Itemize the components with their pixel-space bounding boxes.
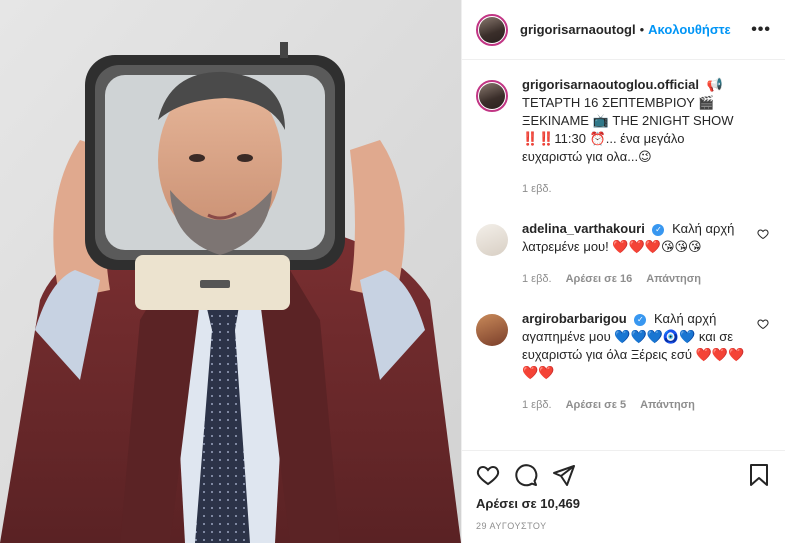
caption: grigorisarnaoutoglou.official 📢 ΤΕΤΑΡΤΗ … (476, 76, 771, 198)
comment-likes[interactable]: Αρέσει σε 5 (566, 396, 627, 414)
author-avatar[interactable] (476, 13, 508, 46)
caption-meta: 1 εβδ. (522, 180, 747, 198)
post-header: grigorisarnaoutogl • Ακολουθήστε ••• (462, 0, 785, 60)
comment-item: adelina_varthakouri ✓ Καλή αρχή λατρεμέν… (476, 220, 771, 288)
author-username[interactable]: grigorisarnaoutogl (520, 22, 636, 37)
comment-item: argirobarbarigou ✓ Καλή αρχή αγαπημένε μ… (476, 310, 771, 414)
caption-time[interactable]: 1 εβδ. (522, 180, 552, 198)
comment-time[interactable]: 1 εβδ. (522, 396, 552, 414)
comment-time[interactable]: 1 εβδ. (522, 270, 552, 288)
commenter-avatar[interactable] (476, 224, 508, 256)
post-date[interactable]: 29 ΑΥΓΟΥΣΤΟΥ (476, 521, 771, 531)
follow-button[interactable]: Ακολουθήστε (648, 22, 731, 37)
caption-avatar[interactable] (476, 80, 508, 112)
action-bar (476, 457, 771, 493)
post-footer: Αρέσει σε 10,469 29 ΑΥΓΟΥΣΤΟΥ (462, 450, 785, 537)
likes-count[interactable]: Αρέσει σε 10,469 (476, 496, 771, 511)
commenter-avatar[interactable] (476, 314, 508, 346)
more-options-icon[interactable]: ••• (751, 21, 771, 39)
comment-likes[interactable]: Αρέσει σε 16 (566, 270, 633, 288)
like-comment-icon[interactable] (757, 228, 769, 240)
comment-body: argirobarbarigou ✓ Καλή αρχή αγαπημένε μ… (522, 310, 771, 414)
comment-meta: 1 εβδ. Αρέσει σε 16 Απάντηση (522, 270, 747, 288)
like-heart-icon[interactable] (476, 463, 500, 487)
commenter-username[interactable]: adelina_varthakouri (522, 221, 645, 236)
caption-body: grigorisarnaoutoglou.official 📢 ΤΕΤΑΡΤΗ … (522, 76, 771, 198)
comments-list: grigorisarnaoutoglou.official 📢 ΤΕΤΑΡΤΗ … (462, 60, 785, 450)
share-paper-plane-icon[interactable] (552, 463, 576, 487)
verified-icon: ✓ (652, 223, 665, 236)
instagram-post: grigorisarnaoutogl • Ακολουθήστε ••• gri… (0, 0, 785, 543)
comment-meta: 1 εβδ. Αρέσει σε 5 Απάντηση (522, 396, 747, 414)
caption-username[interactable]: grigorisarnaoutoglou.official (522, 77, 699, 92)
commenter-username[interactable]: argirobarbarigou (522, 311, 627, 326)
man-with-tv-frame-illustration (0, 0, 461, 543)
post-side-panel: grigorisarnaoutogl • Ακολουθήστε ••• gri… (461, 0, 785, 543)
comment-body: adelina_varthakouri ✓ Καλή αρχή λατρεμέν… (522, 220, 771, 288)
reply-button[interactable]: Απάντηση (646, 270, 701, 288)
separator-dot: • (639, 22, 645, 37)
reply-button[interactable]: Απάντηση (640, 396, 695, 414)
save-bookmark-icon[interactable] (747, 463, 771, 487)
verified-icon: ✓ (634, 313, 647, 326)
like-comment-icon[interactable] (757, 318, 769, 330)
post-photo[interactable] (0, 0, 461, 543)
comment-bubble-icon[interactable] (514, 463, 538, 487)
